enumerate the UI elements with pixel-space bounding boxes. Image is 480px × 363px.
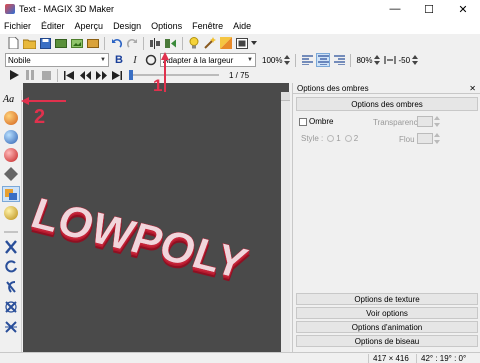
- annotation-arrow-2-head: [21, 97, 29, 105]
- status-angles: 42° : 19° : 0°: [416, 354, 480, 363]
- animation-options-button[interactable]: Options d'animation: [296, 321, 478, 333]
- transparency-spinner[interactable]: [434, 116, 441, 127]
- blur-field[interactable]: [417, 133, 433, 144]
- shadow-checkbox[interactable]: [299, 117, 307, 126]
- panel-header-title: Options des ombres: [297, 83, 369, 93]
- shadow-checkbox-row: Ombre: [299, 117, 333, 126]
- blur-spinner[interactable]: [434, 133, 441, 144]
- annotation-arrow-1-head: [161, 52, 169, 60]
- texture-options-button[interactable]: Options de texture: [296, 293, 478, 305]
- annotation-number-2: 2: [34, 106, 46, 128]
- status-size: 417 × 416: [368, 354, 415, 363]
- transparency-label: Transparence: [373, 118, 423, 127]
- status-bar: 417 × 416 42° : 19° : 0°: [0, 352, 480, 363]
- panel-close-icon[interactable]: ✕: [469, 84, 476, 93]
- section-title: Options des ombres: [296, 97, 478, 111]
- style-radio-2[interactable]: [344, 135, 352, 142]
- style-radio-2-label: 2: [353, 134, 359, 143]
- style-label: Style :: [301, 134, 324, 143]
- panel-bottom-buttons: Options de texture Voir options Options …: [293, 293, 478, 347]
- options-panel: Options des ombres ✕ Options des ombres …: [292, 83, 480, 353]
- style-radio-1-label: 1: [336, 134, 341, 143]
- shadow-label: Ombre: [309, 117, 334, 126]
- view-options-button[interactable]: Voir options: [296, 307, 478, 319]
- style-radio-group: Style : 1 2: [301, 134, 358, 143]
- blur-label: Flou: [399, 135, 415, 144]
- style-radio-1[interactable]: [327, 135, 335, 142]
- annotation-number-1: 1: [153, 76, 163, 95]
- panel-header: Options des ombres ✕: [293, 83, 480, 94]
- bevel-options-button[interactable]: Options de biseau: [296, 335, 478, 347]
- transparency-field[interactable]: [417, 116, 433, 127]
